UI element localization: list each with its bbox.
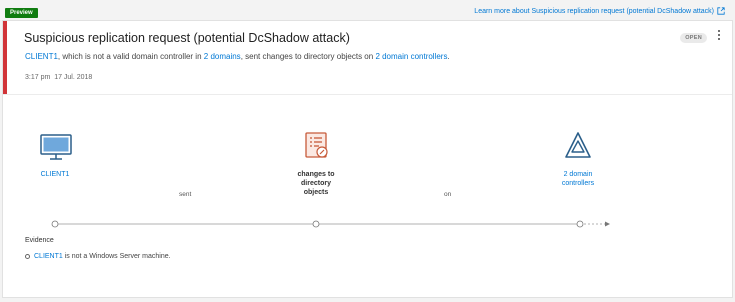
alert-time: 3:17 pm (25, 74, 51, 81)
edge-label-sent: sent (179, 191, 192, 198)
timeline-node-changes[interactable] (312, 220, 320, 228)
alert-date: 17 Jul. 2018 (54, 74, 93, 81)
timeline-node-controllers[interactable] (576, 220, 584, 228)
more-options-button[interactable] (716, 30, 722, 44)
evidence-entity-link[interactable]: CLIENT1 (34, 253, 63, 260)
domains-link[interactable]: 2 domains (204, 52, 241, 61)
alert-graph (40, 132, 610, 228)
alert-timestamp: 3:17 pm 17 Jul. 2018 (25, 74, 92, 81)
external-link-icon (717, 7, 725, 15)
description-text-1: , which is not a valid domain controller… (57, 52, 204, 61)
node-controllers[interactable]: 2 domain controllers (548, 170, 608, 188)
evidence-item: CLIENT1 is not a Windows Server machine. (25, 253, 171, 260)
domain-controllers-link[interactable]: 2 domain controllers (375, 52, 447, 61)
evidence-title: Evidence (25, 237, 54, 244)
bullet-icon (25, 254, 30, 259)
evidence-text: is not a Windows Server machine. (62, 253, 171, 260)
timeline-arrow (605, 221, 610, 227)
alert-description: CLIENT1, which is not a valid domain con… (25, 52, 450, 61)
node-client1[interactable]: CLIENT1 (35, 170, 75, 179)
node-client1-label[interactable]: CLIENT1 (35, 170, 75, 179)
timeline-node-client1[interactable] (51, 220, 59, 228)
node-changes: changes to directory objects (286, 170, 346, 197)
node-changes-label-2: directory (301, 180, 331, 187)
description-text-3: . (447, 52, 450, 61)
preview-badge: Preview (5, 8, 38, 18)
severity-bar (3, 21, 7, 94)
description-text-2: , sent changes to directory objects on (240, 52, 376, 61)
alert-card: Suspicious replication request (potentia… (2, 20, 733, 298)
alert-header: Suspicious replication request (potentia… (3, 21, 732, 95)
node-changes-label-3: objects (303, 189, 329, 196)
document-icon (305, 132, 328, 158)
status-badge: OPEN (680, 33, 707, 43)
learn-more-link[interactable]: Learn more about Suspicious replication … (474, 7, 725, 15)
top-bar: Preview Learn more about Suspicious repl… (0, 0, 735, 20)
node-controllers-label-1[interactable]: 2 domain (548, 170, 608, 179)
learn-more-label: Learn more about Suspicious replication … (474, 7, 714, 15)
entity-link-client1[interactable]: CLIENT1 (25, 52, 58, 61)
monitor-icon (40, 134, 72, 160)
node-controllers-label-2[interactable]: controllers (548, 179, 608, 188)
domain-controller-icon (565, 132, 591, 158)
alert-title: Suspicious replication request (potentia… (24, 31, 350, 45)
edge-label-on: on (444, 191, 452, 198)
node-changes-label-1: changes to (297, 171, 335, 178)
